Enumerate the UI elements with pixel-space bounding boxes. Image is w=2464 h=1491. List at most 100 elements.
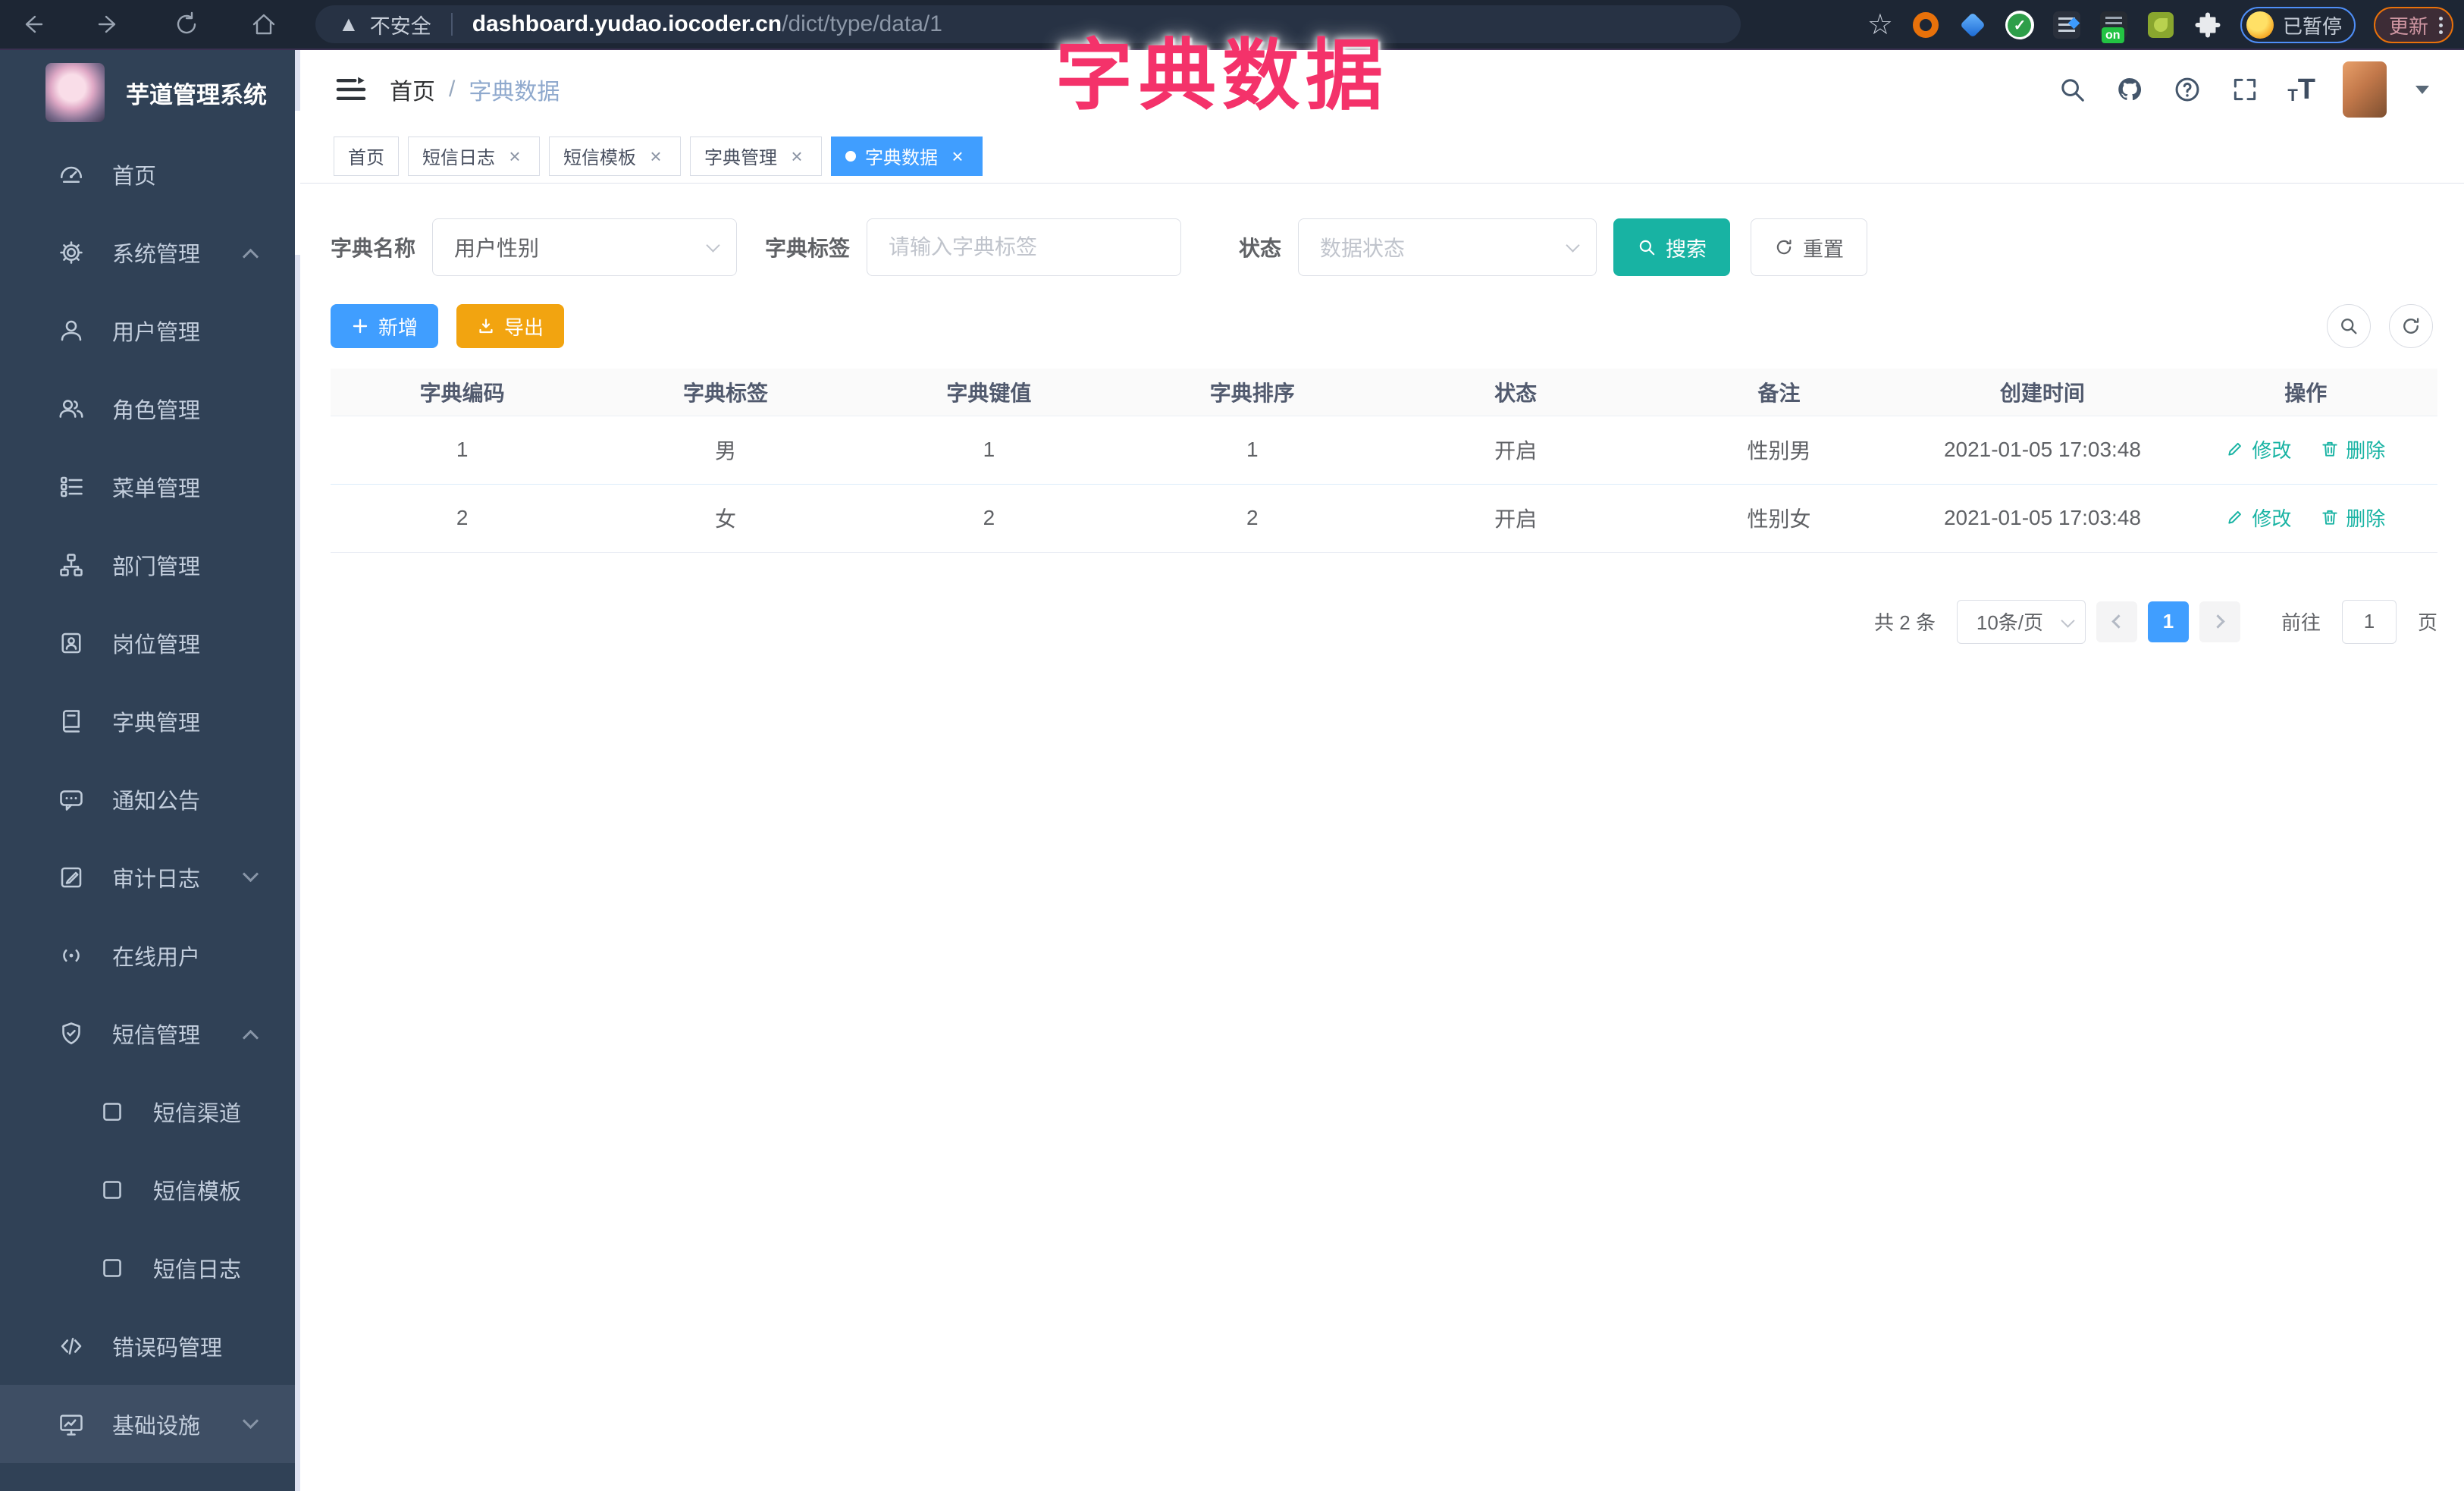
- sidebar-item-online-users[interactable]: 在线用户: [0, 916, 300, 994]
- tab-dict-management[interactable]: 字典管理 ×: [690, 136, 822, 176]
- browser-extension-icon[interactable]: [1958, 11, 1987, 39]
- sidebar-logo-row[interactable]: 芋道管理系统: [0, 50, 300, 135]
- font-size-icon[interactable]: TT: [2287, 75, 2315, 104]
- tab-dict-data[interactable]: 字典数据 ×: [831, 136, 983, 176]
- search-button[interactable]: 搜索: [1613, 218, 1731, 276]
- toggle-search-button[interactable]: [2327, 304, 2371, 348]
- browser-profile-chip[interactable]: 已暂停: [2240, 7, 2356, 43]
- reset-button[interactable]: 重置: [1751, 218, 1868, 276]
- browser-menu-icon[interactable]: [2439, 16, 2443, 34]
- browser-update-button[interactable]: 更新: [2373, 7, 2453, 43]
- sidebar-scrollbar[interactable]: [295, 50, 300, 1491]
- dict-tag-input[interactable]: [867, 218, 1182, 276]
- sidebar-item-system-management[interactable]: 系统管理: [0, 213, 300, 291]
- browser-forward-icon[interactable]: [94, 9, 124, 39]
- delete-link[interactable]: 删除: [2320, 435, 2385, 463]
- sidebar-item-user-management[interactable]: 用户管理: [0, 291, 300, 369]
- tab-sms-template[interactable]: 短信模板 ×: [549, 136, 681, 176]
- switch-icon: on: [2099, 11, 2127, 43]
- sidebar-item-department-management[interactable]: 部门管理: [0, 526, 300, 604]
- fullscreen-icon[interactable]: [2230, 74, 2260, 105]
- dict-name-select[interactable]: 用户性别: [432, 218, 738, 276]
- user-avatar[interactable]: [2343, 61, 2387, 118]
- users-icon: [58, 395, 85, 422]
- edit-link[interactable]: 修改: [2226, 504, 2291, 532]
- sidebar-toggle-icon[interactable]: [335, 74, 367, 105]
- sidebar-item-label: 错误码管理: [112, 1336, 223, 1361]
- browser-reload-icon[interactable]: [171, 9, 202, 39]
- next-page-button[interactable]: [2199, 601, 2240, 642]
- sidebar-item-notice[interactable]: 通知公告: [0, 760, 300, 838]
- sidebar-item-sms-management[interactable]: 短信管理: [0, 994, 300, 1072]
- sidebar-item-error-code[interactable]: 错误码管理: [0, 1307, 300, 1385]
- profile-avatar: [2246, 11, 2274, 39]
- tab-close-icon[interactable]: ×: [947, 146, 968, 166]
- tab-close-icon[interactable]: ×: [504, 146, 525, 166]
- edit-link[interactable]: 修改: [2226, 435, 2291, 463]
- browser-extension-icon[interactable]: [2146, 11, 2175, 39]
- monitor-chart-icon: [58, 1411, 85, 1438]
- cell-status: 开启: [1384, 484, 1647, 553]
- menu-list-icon: [58, 473, 85, 501]
- bookmark-star-icon[interactable]: ☆: [1867, 11, 1893, 39]
- help-icon[interactable]: [2172, 74, 2202, 105]
- export-button-label: 导出: [504, 315, 544, 339]
- column-header: 创建时间: [1911, 369, 2174, 416]
- paused-label: 已暂停: [2282, 14, 2342, 38]
- browser-extension-icon[interactable]: [2052, 11, 2081, 39]
- sidebar-item-role-management[interactable]: 角色管理: [0, 369, 300, 447]
- sidebar-item-infrastructure[interactable]: 基础设施: [0, 1385, 300, 1463]
- green-check-icon: ✓: [2005, 11, 2034, 39]
- sidebar-item-home[interactable]: 首页: [0, 135, 300, 213]
- search-icon[interactable]: [2057, 74, 2087, 105]
- column-header: 字典排序: [1121, 369, 1384, 416]
- sidebar-item-dict-management[interactable]: 字典管理: [0, 682, 300, 760]
- delete-link[interactable]: 删除: [2320, 504, 2385, 532]
- badge-icon: [58, 629, 85, 657]
- sidebar-item-sms-template[interactable]: 短信模板: [0, 1150, 300, 1229]
- filter-form: 字典名称 用户性别 字典标签 状态 数据状态 搜索: [331, 218, 2437, 276]
- chevron-down-icon: [1566, 238, 1580, 253]
- goto-label: 前往: [2281, 611, 2321, 634]
- address-bar[interactable]: ▲ 不安全 dashboard.yudao.iocoder.cn /dict/t…: [315, 5, 1741, 43]
- tab-home[interactable]: 首页: [334, 136, 399, 176]
- browser-extension-icon[interactable]: [1911, 11, 1940, 39]
- sidebar-item-audit-log[interactable]: 审计日志: [0, 838, 300, 916]
- tab-close-icon[interactable]: ×: [645, 146, 666, 166]
- sidebar-item-post-management[interactable]: 岗位管理: [0, 604, 300, 682]
- add-button[interactable]: 新增: [331, 304, 439, 348]
- status-select[interactable]: 数据状态: [1298, 218, 1597, 276]
- cell-actions: 修改 删除: [2174, 484, 2437, 553]
- browser-extension-icon[interactable]: on: [2099, 11, 2128, 43]
- shield-check-icon: [58, 1020, 85, 1047]
- dict-name-value: 用户性别: [454, 237, 540, 260]
- goto-page-input[interactable]: [2341, 599, 2397, 644]
- browser-back-icon[interactable]: [17, 9, 47, 39]
- export-button[interactable]: 导出: [456, 304, 565, 348]
- cell-status: 开启: [1384, 416, 1647, 485]
- breadcrumb-home[interactable]: 首页: [390, 73, 435, 106]
- sidebar-scrollbar-thumb[interactable]: [295, 111, 300, 255]
- breadcrumb-current: 字典数据: [469, 80, 560, 105]
- sidebar-item-menu-management[interactable]: 菜单管理: [0, 447, 300, 526]
- browser-home-icon[interactable]: [249, 9, 279, 39]
- prev-page-button[interactable]: [2096, 601, 2137, 642]
- sidebar-item-label: 审计日志: [112, 867, 201, 892]
- chevron-down-icon[interactable]: [2415, 85, 2429, 94]
- sidebar-item-sms-channel[interactable]: 短信渠道: [0, 1072, 300, 1150]
- page-size-select[interactable]: 10条/页: [1956, 599, 2086, 644]
- current-page-button[interactable]: 1: [2147, 601, 2189, 642]
- refresh-button[interactable]: [2389, 304, 2433, 348]
- github-icon[interactable]: [2114, 74, 2145, 105]
- browser-extension-icon[interactable]: ✓: [2005, 11, 2034, 39]
- delete-link-label: 删除: [2346, 507, 2386, 530]
- extensions-puzzle-icon[interactable]: [2193, 11, 2222, 39]
- cell-actions: 修改 删除: [2174, 416, 2437, 485]
- tab-close-icon[interactable]: ×: [786, 146, 807, 166]
- cell-created-time: 2021-01-05 17:03:48: [1911, 484, 2174, 553]
- chevron-down-icon: [2061, 613, 2075, 628]
- sidebar-item-sms-log[interactable]: 短信日志: [0, 1229, 300, 1307]
- tab-sms-log[interactable]: 短信日志 ×: [408, 136, 540, 176]
- address-divider: [450, 13, 453, 36]
- cell-dict-sort: 1: [1121, 416, 1384, 485]
